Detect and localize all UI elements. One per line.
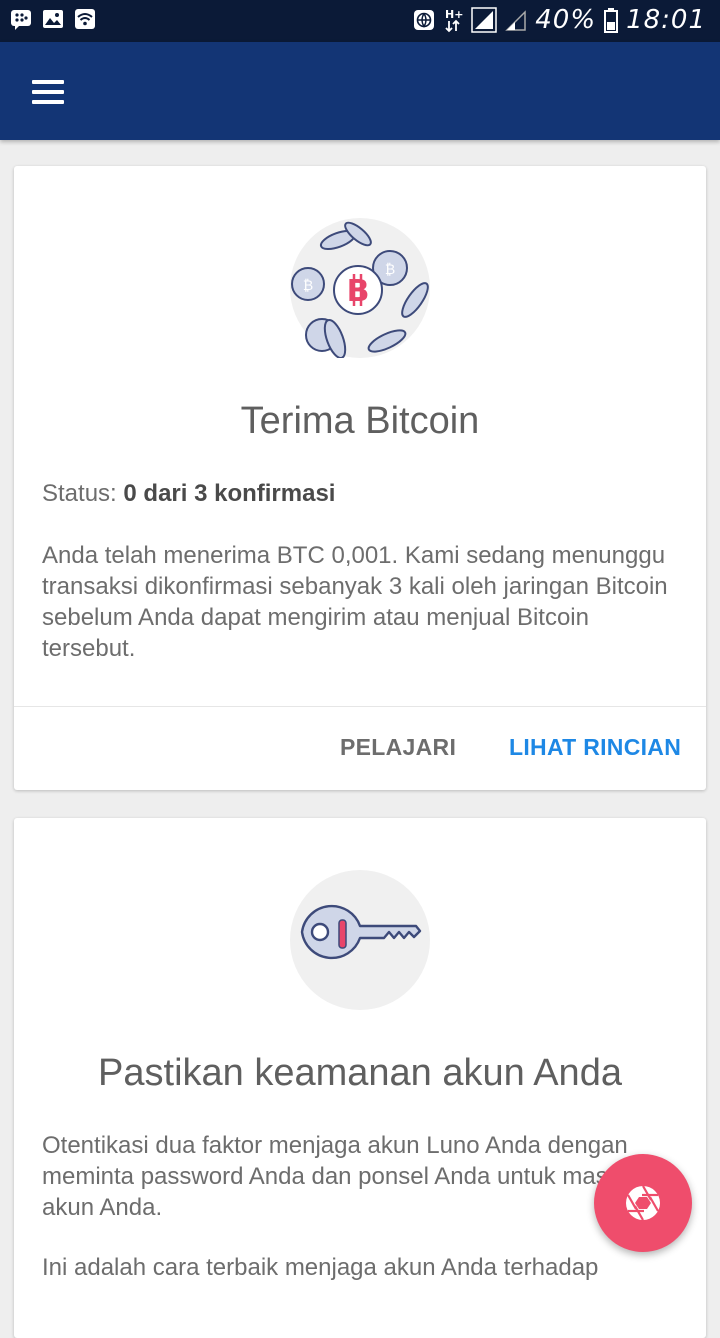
svg-text:H+: H+ [445,8,463,21]
signal-2-icon [505,10,527,31]
key-icon [290,870,430,1010]
svg-text:₿: ₿ [385,262,395,278]
view-details-button[interactable]: LIHAT RINCIAN [509,734,681,761]
confirmation-status: Status: 0 dari 3 konfirmasi [42,480,335,508]
card-description-continued: Ini adalah cara terbaik menjaga akun And… [42,1254,599,1281]
battery-percent: 40% [535,5,597,35]
battery-icon [604,8,619,33]
wifi-icon [75,9,95,29]
clock: 18:01 [626,5,706,35]
status-label: Status: [42,480,117,507]
app-bar [0,42,720,140]
card-description: Anda telah menerima BTC 0,001. Kami seda… [42,542,668,662]
floating-action-button[interactable] [594,1154,692,1252]
card-title: Pastikan keamanan akun Anda [98,1052,622,1094]
card-description: Otentikasi dua faktor menjaga akun Luno … [42,1132,666,1221]
signal-icon [471,7,498,33]
bitcoin-coins-icon: B ₿ ₿ [290,218,430,359]
card-title: Terima Bitcoin [240,400,480,442]
menu-icon[interactable] [26,72,70,112]
bbm-icon [11,10,31,30]
card-divider [14,706,706,707]
svg-text:₿: ₿ [303,278,313,294]
status-bar: H+ 40% 18:01 [0,0,720,42]
image-icon [43,10,63,28]
secure-account-card: Pastikan keamanan akun Anda Otentikasi d… [14,818,706,1338]
vpn-globe-icon [414,10,435,30]
svg-text:B: B [347,274,370,309]
receive-bitcoin-card: B ₿ ₿ Terima Bitcoin Status: 0 dari 3 ko… [14,166,706,790]
aperture-icon [626,1185,660,1221]
status-value: 0 dari 3 konfirmasi [123,480,336,507]
learn-button[interactable]: PELAJARI [340,734,456,761]
data-icon: H+ [445,8,463,33]
